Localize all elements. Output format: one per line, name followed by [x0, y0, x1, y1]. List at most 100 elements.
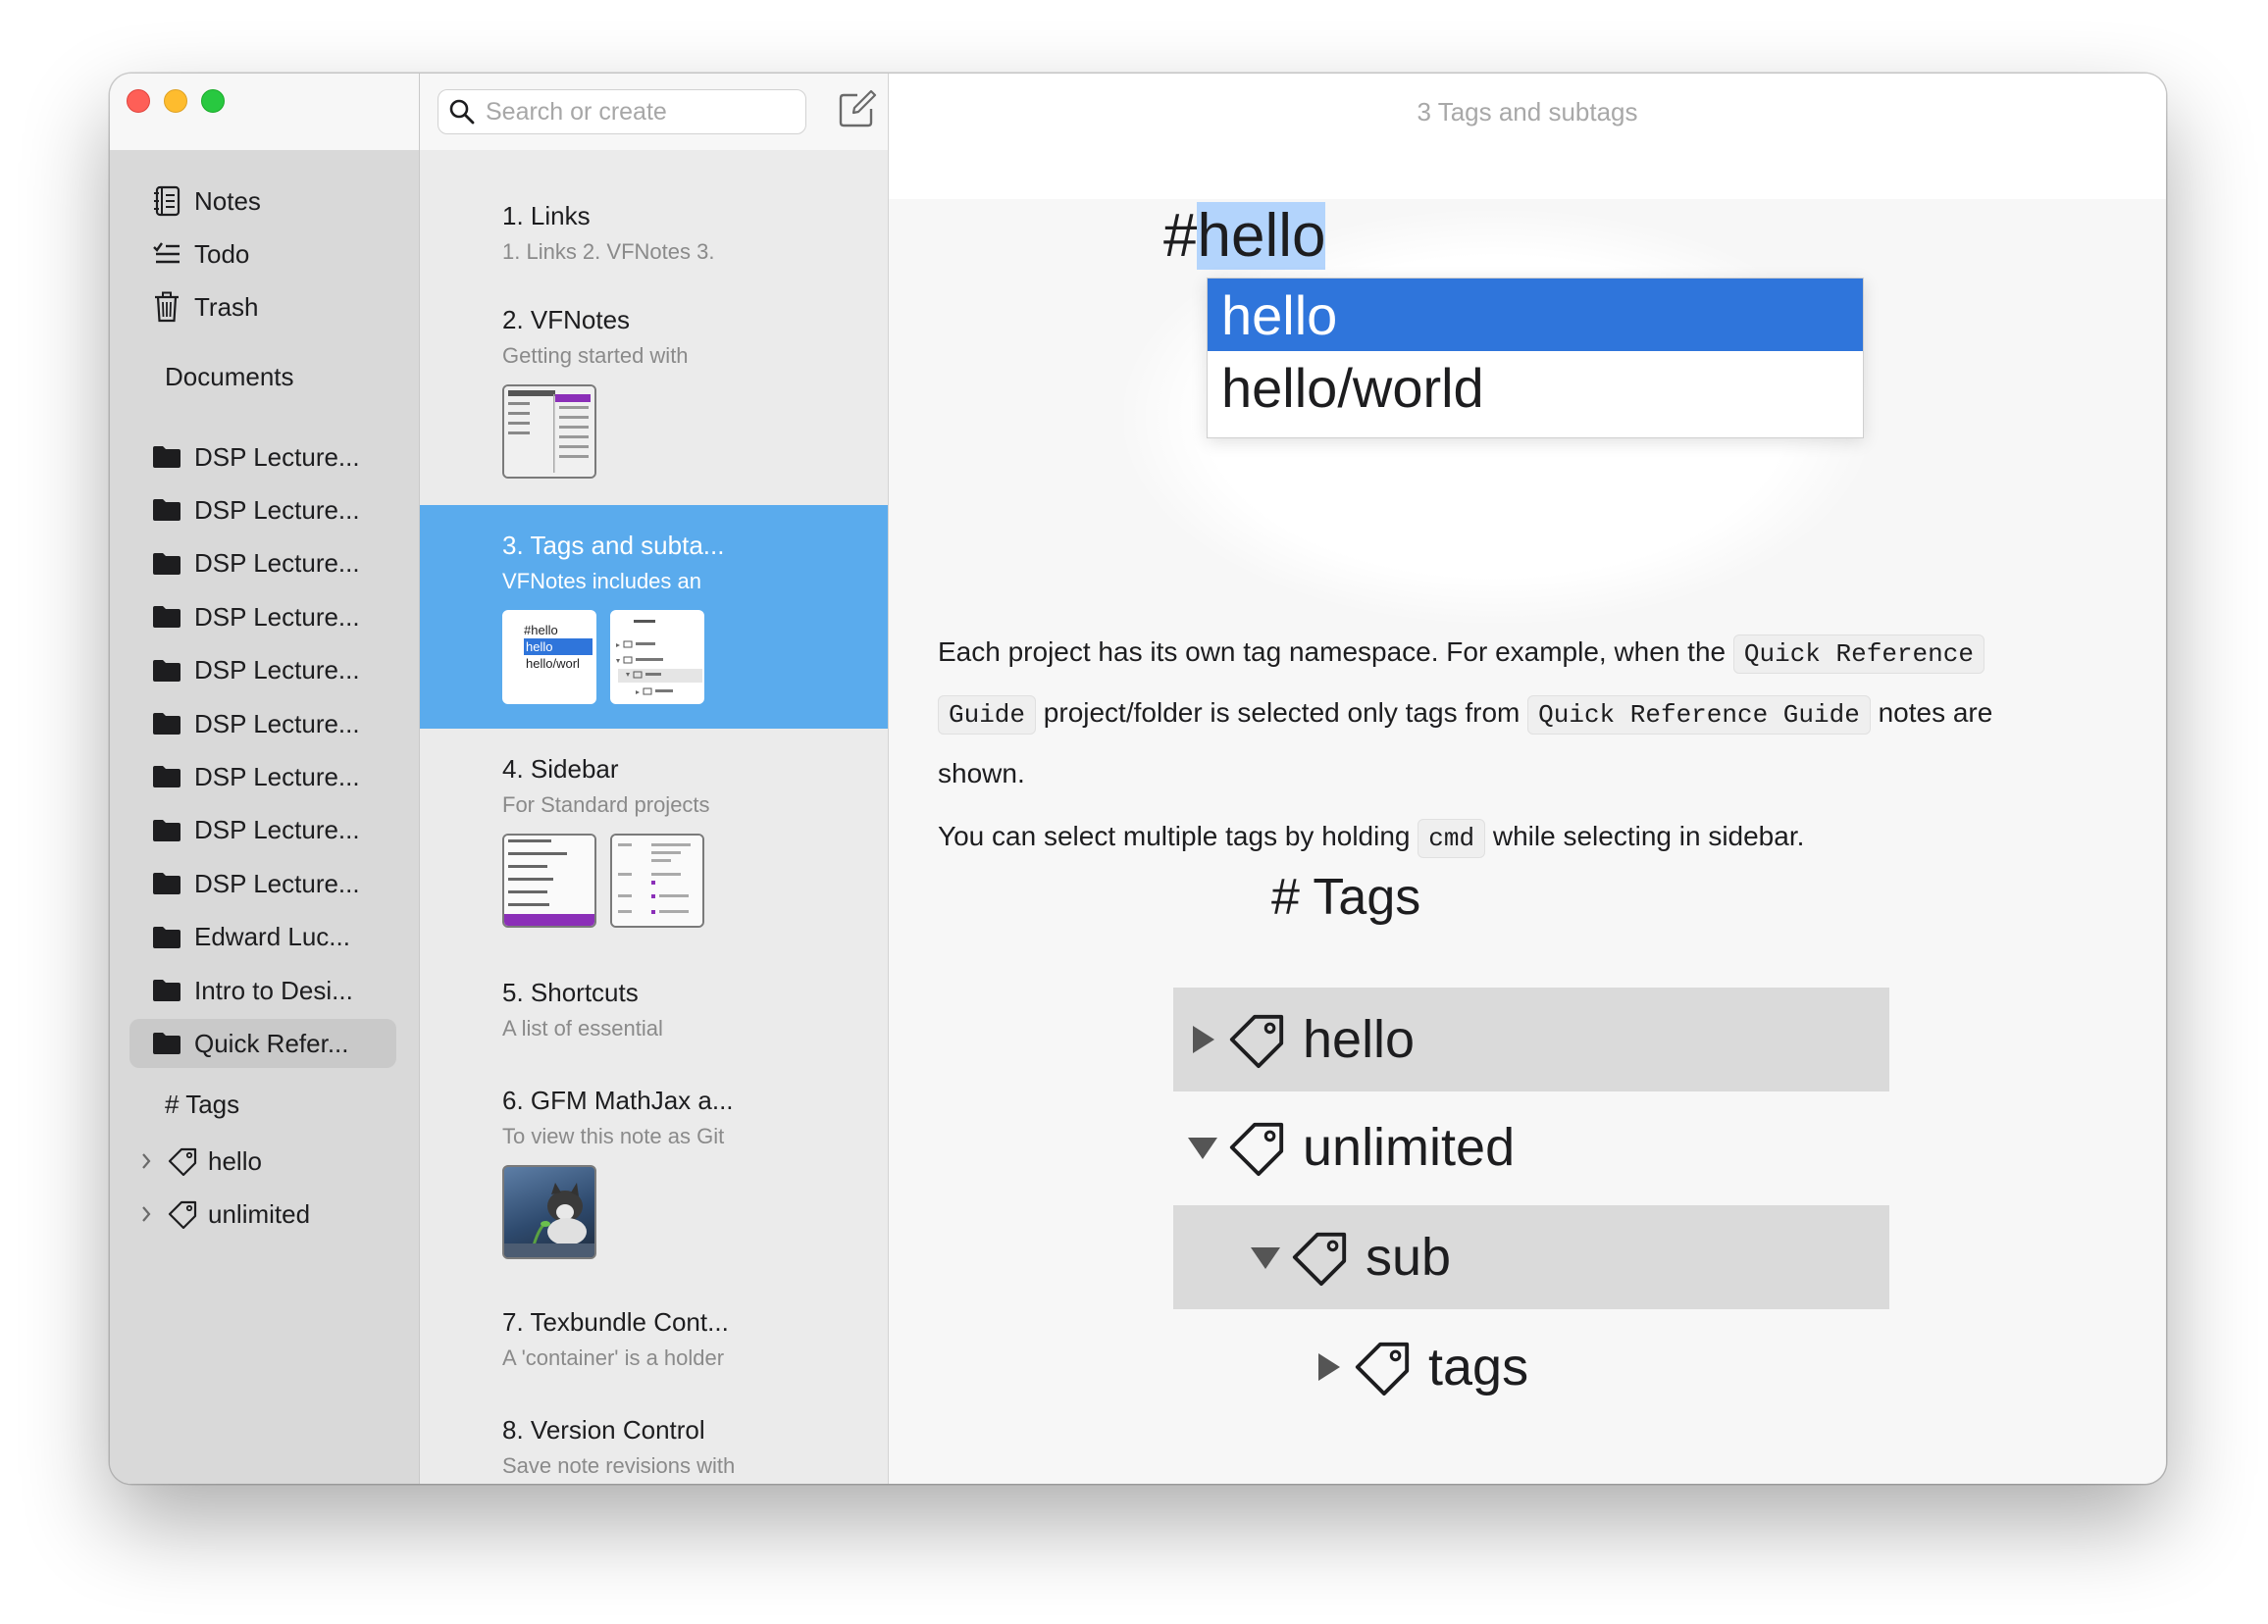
sidebar-item-label: Todo [194, 238, 250, 269]
sidebar-item-label: Intro to Desi... [194, 975, 353, 1005]
tag-icon [161, 1199, 204, 1229]
note-list-item[interactable]: 1. Links 1. Links 2. VFNotes 3. [420, 176, 888, 283]
hashtag-prefix: # [1163, 202, 1198, 270]
sidebar-item-label: DSP Lecture... [194, 655, 360, 685]
tag-icon [1285, 1227, 1354, 1288]
triangle-right-icon [1309, 1350, 1348, 1384]
sidebar-item-folder[interactable]: DSP Lecture... [129, 699, 396, 748]
paragraph-multiple-tags: You can select multiple tags by holding … [938, 807, 2135, 868]
note-list-item[interactable]: 8. Version Control Save note revisions w… [420, 1390, 888, 1484]
window-close-button[interactable] [127, 89, 150, 113]
tag-icon [1222, 1009, 1291, 1070]
sidebar-item-folder[interactable]: DSP Lecture... [129, 859, 396, 908]
sidebar-item-label: DSP Lecture... [194, 494, 360, 525]
hashtag-demo-text: #hello [1163, 201, 1326, 271]
folder-icon [145, 819, 188, 842]
sidebar-item-trash[interactable]: Trash [129, 282, 396, 331]
search-icon [438, 98, 486, 126]
note-preview: Getting started with [502, 343, 689, 368]
tag-tree-label: sub [1366, 1228, 1452, 1287]
chevron-right-icon[interactable] [131, 1152, 161, 1170]
note-title: 4. Sidebar [502, 754, 619, 784]
paragraph-text: Each project has its own tag namespace. … [938, 636, 1733, 667]
tag-icon [1222, 1117, 1291, 1178]
sidebar-titlebar [110, 74, 419, 150]
note-preview: For Standard projects [502, 792, 710, 817]
autocomplete-option: hello/world [1221, 356, 1484, 419]
sidebar-item-folder[interactable]: DSP Lecture... [129, 485, 396, 534]
sidebar-item-folder[interactable]: DSP Lecture... [129, 432, 396, 482]
sidebar-item-label: DSP Lecture... [194, 441, 360, 472]
window-zoom-button[interactable] [201, 89, 225, 113]
triangle-down-icon [1183, 1134, 1222, 1161]
note-thumbnail [502, 384, 596, 479]
note-list-toolbar [420, 74, 888, 150]
folder-icon [145, 765, 188, 788]
tag-tree-row-hello: hello [1173, 988, 1889, 1091]
sidebar-item-notes[interactable]: Notes [129, 177, 396, 226]
note-list-item[interactable]: 2. VFNotes Getting started with [420, 283, 888, 515]
trash-icon [145, 291, 188, 323]
folder-icon [145, 872, 188, 895]
paragraph-text: project/folder is selected only tags fro… [1036, 697, 1528, 728]
tag-tree-row-tags: tags [1173, 1315, 1889, 1419]
note-title: 3. Tags and subta... [502, 531, 725, 560]
sidebar-item-folder[interactable]: Edward Luc... [129, 913, 396, 962]
sidebar-item-folder[interactable]: DSP Lecture... [129, 806, 396, 855]
note-list-item[interactable]: 5. Shortcuts A list of essential [420, 952, 888, 1060]
chevron-right-icon[interactable] [131, 1205, 161, 1223]
note-editor[interactable]: 3 Tags and subtags #hello hello hello/wo… [889, 74, 2166, 1484]
sidebar-item-folder[interactable]: DSP Lecture... [129, 539, 396, 588]
note-window-title: 3 Tags and subtags [1417, 97, 1638, 127]
note-list-item[interactable]: 4. Sidebar For Standard projects [420, 729, 888, 952]
sidebar-item-folder[interactable]: DSP Lecture... [129, 592, 396, 641]
sidebar-item-folder[interactable]: DSP Lecture... [129, 752, 396, 801]
note-thumbnail [610, 834, 704, 928]
search-box[interactable] [438, 89, 806, 134]
folder-icon [145, 445, 188, 469]
sidebar-item-folder[interactable]: Intro to Desi... [129, 966, 396, 1015]
sidebar-item-todo[interactable]: Todo [129, 229, 396, 279]
note-thumbnail: #hello hello hello/worl [502, 610, 596, 704]
note-list-item[interactable]: 6. GFM MathJax a... To view this note as… [420, 1060, 888, 1284]
paragraph-text: shown. [938, 758, 1025, 788]
sidebar: Notes Todo Trash Documents DSP Lecture..… [110, 74, 420, 1484]
note-preview: 1. Links 2. VFNotes 3. [502, 239, 715, 264]
tag-icon [1348, 1337, 1417, 1397]
sidebar-item-folder[interactable]: DSP Lecture... [129, 646, 396, 695]
folder-icon [145, 605, 188, 629]
note-title: 8. Version Control [502, 1415, 705, 1445]
inline-code: Quick Reference [1732, 634, 1984, 674]
window-minimize-button[interactable] [164, 89, 187, 113]
note-preview: VFNotes includes an [502, 569, 701, 593]
compose-icon [839, 89, 877, 127]
tag-autocomplete-popup: hello hello/world [1207, 278, 1864, 438]
inline-code: Quick Reference Guide [1527, 695, 1871, 735]
sidebar-tag-hello[interactable]: hello [129, 1137, 396, 1186]
folder-icon [145, 926, 188, 949]
paragraph-tag-namespace: Each project has its own tag namespace. … [938, 623, 2135, 803]
paragraph-text: while selecting in sidebar. [1485, 821, 1805, 851]
sidebar-item-label: Edward Luc... [194, 922, 350, 952]
note-list-item-selected[interactable]: 3. Tags and subta... VFNotes includes an… [420, 505, 888, 729]
note-list: 1. Links 1. Links 2. VFNotes 3. 2. VFNot… [420, 74, 889, 1484]
inline-code: cmd [1418, 819, 1486, 858]
sidebar-item-label: DSP Lecture... [194, 868, 360, 898]
note-thumbnail [610, 610, 704, 704]
folder-icon [145, 979, 188, 1002]
note-preview: A list of essential [502, 1016, 663, 1040]
folder-icon [145, 712, 188, 736]
note-list-item[interactable]: 7. Texbundle Cont... A 'container' is a … [420, 1282, 888, 1390]
sidebar-tag-unlimited[interactable]: unlimited [129, 1190, 396, 1239]
new-note-button[interactable] [836, 87, 879, 130]
sidebar-item-label: Notes [194, 185, 261, 216]
paragraph-text: notes are [1870, 697, 1993, 728]
search-input[interactable] [486, 97, 790, 127]
sidebar-item-folder[interactable]: Quick Refer... [129, 1019, 396, 1069]
editor-titlebar: 3 Tags and subtags [889, 74, 2166, 199]
sidebar-tag-label: hello [208, 1145, 262, 1176]
note-title: 2. VFNotes [502, 305, 631, 334]
sidebar-tag-label: unlimited [208, 1198, 311, 1229]
note-preview: To view this note as Git [502, 1124, 725, 1148]
triangle-right-icon [1183, 1023, 1222, 1056]
